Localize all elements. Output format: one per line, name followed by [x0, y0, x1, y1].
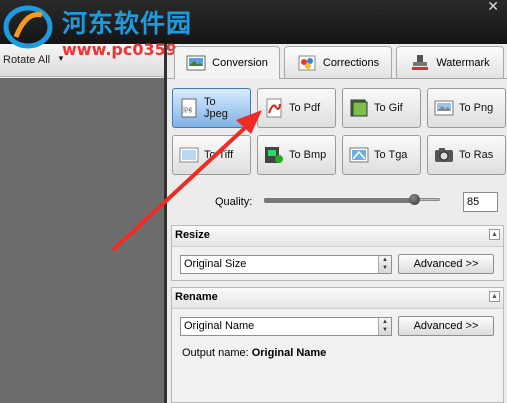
image-preview-area[interactable] [0, 78, 164, 403]
resize-selected-value: Original Size [184, 258, 247, 270]
format-label: To Jpeg [204, 96, 228, 120]
to-tga-button[interactable]: To Tga [342, 135, 421, 175]
quality-label: Quality: [215, 196, 253, 208]
ras-camera-icon [434, 145, 454, 165]
rename-selected-value: Original Name [184, 320, 255, 332]
quality-slider-fill [264, 198, 414, 203]
bmp-file-icon [264, 145, 284, 165]
site-logo-icon [3, 5, 53, 49]
to-gif-button[interactable]: To Gif [342, 88, 421, 128]
resize-select[interactable]: Original Size ▲ ▼ [180, 255, 392, 274]
quality-input[interactable]: 85 [463, 192, 498, 212]
resize-title: Resize [175, 229, 210, 241]
site-name-watermark: 河东软件园 [62, 9, 193, 38]
format-label: To Tga [374, 149, 408, 161]
close-icon[interactable]: ✕ [487, 0, 499, 15]
corrections-palette-icon [298, 55, 316, 70]
to-tiff-button[interactable]: To Tiff [172, 135, 251, 175]
rename-select[interactable]: Original Name ▲ ▼ [180, 317, 392, 336]
gif-file-icon [349, 98, 369, 118]
format-label: To Tiff [204, 149, 234, 161]
output-name-label: Output name: [182, 347, 249, 359]
rename-title: Rename [175, 291, 218, 303]
collapse-icon[interactable]: ▲ [489, 291, 500, 302]
output-name-value: Original Name [251, 347, 327, 359]
format-label: To Gif [374, 102, 403, 114]
tga-file-icon [349, 145, 369, 165]
format-label: To Png [459, 102, 494, 114]
rotate-all-button[interactable]: Rotate All [3, 54, 50, 66]
resize-section: Resize ▲ Original Size ▲ ▼ Advanced >> [171, 225, 504, 281]
tiff-file-icon [179, 145, 199, 165]
tab-label: Conversion [212, 57, 268, 69]
tab-corrections[interactable]: Corrections [284, 46, 392, 78]
output-name-line: Output name: Original Name [182, 347, 326, 359]
png-file-icon [434, 98, 454, 118]
resize-advanced-button[interactable]: Advanced >> [398, 254, 494, 274]
to-pdf-button[interactable]: To Pdf [257, 88, 336, 128]
to-ras-button[interactable]: To Ras [427, 135, 506, 175]
rename-section: Rename ▲ Original Name ▲ ▼ Advanced >> Ou… [171, 287, 504, 403]
tab-conversion[interactable]: Conversion [174, 46, 280, 79]
tab-label: Watermark [436, 56, 490, 69]
watermark-stamp-icon [412, 54, 429, 70]
to-bmp-button[interactable]: To Bmp [257, 135, 336, 175]
quality-slider-thumb[interactable] [409, 194, 420, 205]
tab-label: Corrections [322, 56, 380, 69]
svg-text:jpg: jpg [182, 105, 192, 113]
conversion-image-icon [186, 55, 206, 71]
settings-panel: Conversion Corrections Watermark jpg To … [167, 44, 507, 403]
to-png-button[interactable]: To Png [427, 88, 506, 128]
tab-watermark[interactable]: Watermark [396, 46, 504, 78]
collapse-icon[interactable]: ▲ [489, 229, 500, 240]
rename-header: Rename ▲ [172, 288, 503, 309]
format-label: To Pdf [289, 102, 321, 114]
format-label: To Ras [459, 149, 494, 161]
resize-header: Resize ▲ [172, 226, 503, 247]
rename-advanced-button[interactable]: Advanced >> [398, 316, 494, 336]
format-label: To Bmp [289, 149, 327, 161]
to-jpeg-button[interactable]: jpg To Jpeg [172, 88, 251, 128]
jpeg-file-icon: jpg [179, 98, 199, 118]
spinner-arrows-icon[interactable]: ▲ ▼ [378, 256, 391, 273]
pdf-file-icon [264, 98, 284, 118]
spinner-arrows-icon[interactable]: ▲ ▼ [378, 318, 391, 335]
